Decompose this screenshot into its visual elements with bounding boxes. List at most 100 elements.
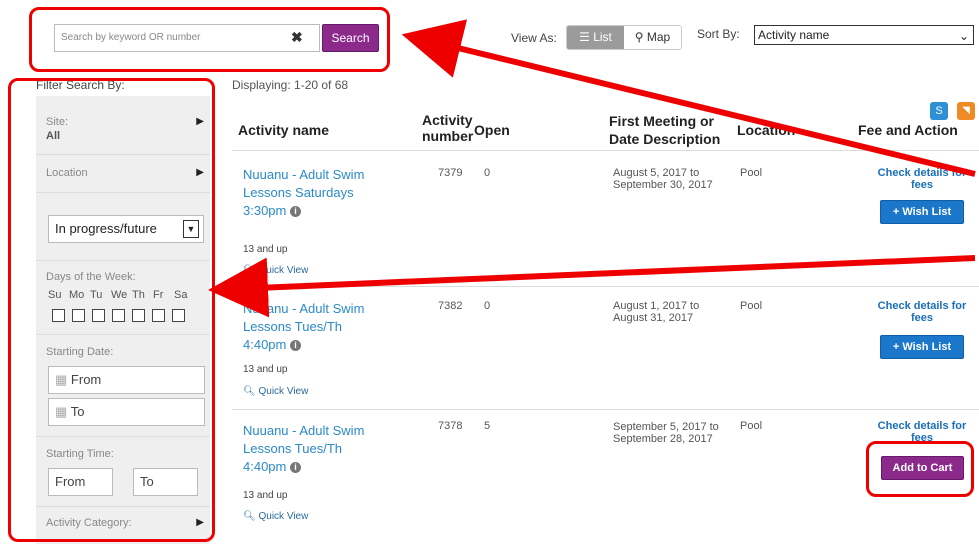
- header-open[interactable]: Open: [474, 122, 510, 138]
- sort-selected-value: Activity name: [758, 28, 830, 42]
- view-list-button[interactable]: ☰ List: [567, 26, 624, 49]
- divider: [36, 506, 210, 507]
- location: Pool: [740, 420, 763, 432]
- activity-category-filter[interactable]: Activity Category: ▶: [46, 517, 204, 529]
- chevron-right-icon: ▶: [196, 167, 204, 178]
- age-range: 13 and up: [243, 490, 288, 501]
- divider: [36, 436, 210, 437]
- activity-link[interactable]: Nuuanu - Adult Swim Lessons Saturdays 3:…: [243, 166, 383, 220]
- search-button[interactable]: Search: [322, 24, 379, 52]
- location-label: Location: [46, 167, 88, 179]
- open-count: 5: [484, 420, 491, 432]
- view-toggle: ☰ List ⚲ Map: [566, 25, 682, 50]
- quick-view-link[interactable]: 🔍︎ Quick View: [243, 511, 308, 522]
- wish-list-button[interactable]: + Wish List: [880, 335, 964, 359]
- site-label: Site:: [46, 116, 69, 128]
- header-number-line2: number: [422, 128, 474, 144]
- day-label: Th: [132, 289, 145, 301]
- row-divider: [232, 409, 979, 410]
- day-label: Fr: [153, 289, 164, 301]
- activity-number: 7379: [438, 167, 463, 179]
- header-number-line1: Activity: [422, 112, 473, 128]
- status-select[interactable]: In progress/future ▼: [48, 215, 204, 243]
- location: Pool: [740, 300, 763, 312]
- status-selected-value: In progress/future: [55, 221, 157, 236]
- row-divider: [232, 286, 979, 287]
- top-toolbar: Search by keyword OR number ✖ Search Vie…: [0, 0, 979, 70]
- magnifier-icon: 🔍︎: [243, 386, 256, 397]
- day-label: Su: [48, 289, 62, 301]
- starting-date-label: Starting Date:: [46, 346, 114, 358]
- open-count: 0: [484, 167, 491, 179]
- date-from-placeholder: From: [70, 372, 102, 387]
- days-label: Days of the Week:: [46, 271, 136, 283]
- header-date[interactable]: First Meeting or Date Description: [609, 112, 720, 148]
- sort-select[interactable]: Activity name ⌄: [754, 25, 974, 45]
- starting-time-label: Starting Time:: [46, 448, 114, 460]
- header-location[interactable]: Location: [737, 122, 795, 138]
- magnifier-icon: 🔍︎: [243, 265, 256, 276]
- calendar-icon: ▦: [55, 372, 68, 387]
- activity-name[interactable]: Nuuanu - Adult Swim Lessons Tues/Th 4:40…: [243, 423, 364, 474]
- header-date-line1: First Meeting or: [609, 113, 715, 129]
- days-of-week: Su Mo Tu We Th Fr Sa: [48, 289, 195, 301]
- divider: [36, 260, 210, 261]
- location: Pool: [740, 167, 763, 179]
- activity-link[interactable]: Nuuanu - Adult Swim Lessons Tues/Th 4:40…: [243, 300, 383, 354]
- open-count: 0: [484, 300, 491, 312]
- rss-icon[interactable]: ◥: [957, 102, 975, 120]
- date-from-field[interactable]: ▦ From: [48, 366, 205, 394]
- age-range: 13 and up: [243, 244, 288, 255]
- activity-category-label: Activity Category:: [46, 517, 132, 529]
- filter-title: Filter Search By:: [36, 78, 125, 92]
- activity-name[interactable]: Nuuanu - Adult Swim Lessons Tues/Th 4:40…: [243, 301, 364, 352]
- link-icon[interactable]: S: [930, 102, 948, 120]
- header-activity-name[interactable]: Activity name: [238, 122, 329, 138]
- view-map-button[interactable]: ⚲ Map: [624, 26, 681, 49]
- location-filter[interactable]: Location ▶: [46, 167, 204, 179]
- day-checkbox-fr[interactable]: [152, 309, 165, 322]
- annotation-arrow: [208, 255, 976, 318]
- day-label: Mo: [69, 289, 85, 301]
- divider: [36, 154, 210, 155]
- quick-view-link[interactable]: 🔍︎ Quick View: [243, 265, 308, 276]
- day-checkbox-su[interactable]: [52, 309, 65, 322]
- day-checkbox-th[interactable]: [132, 309, 145, 322]
- activity-link[interactable]: Nuuanu - Adult Swim Lessons Tues/Th 4:40…: [243, 422, 383, 476]
- info-icon[interactable]: i: [290, 462, 301, 474]
- magnifier-icon: 🔍︎: [243, 511, 256, 522]
- quick-view-link[interactable]: 🔍︎ Quick View: [243, 386, 308, 397]
- fee-details-link[interactable]: Check details for fees: [868, 420, 976, 444]
- day-checkbox-tu[interactable]: [92, 309, 105, 322]
- header-date-line2: Date Description: [609, 131, 721, 147]
- time-to-field[interactable]: To: [133, 468, 198, 496]
- date-description: August 1, 2017 to August 31, 2017: [613, 300, 700, 324]
- site-filter[interactable]: Site: All ▶: [46, 116, 204, 142]
- day-label: Tu: [90, 289, 103, 301]
- chevron-down-icon: ▼: [183, 220, 199, 238]
- fee-details-link[interactable]: Check details for fees: [868, 300, 976, 324]
- fee-details-link[interactable]: Check details for fees: [868, 167, 976, 191]
- quick-view-label: Quick View: [258, 265, 309, 276]
- site-value: All: [46, 130, 61, 142]
- wish-list-button[interactable]: + Wish List: [880, 200, 964, 224]
- day-label: We: [111, 289, 128, 301]
- activity-name[interactable]: Nuuanu - Adult Swim Lessons Saturdays 3:…: [243, 167, 364, 218]
- search-bar: Search by keyword OR number ✖ Search: [40, 24, 380, 52]
- calendar-icon: ▦: [55, 404, 68, 419]
- day-checkbox-we[interactable]: [112, 309, 125, 322]
- time-from-field[interactable]: From: [48, 468, 113, 496]
- divider: [36, 192, 210, 193]
- day-checkbox-sa[interactable]: [172, 309, 185, 322]
- add-to-cart-button[interactable]: Add to Cart: [881, 456, 964, 480]
- date-to-field[interactable]: ▦ To: [48, 398, 205, 426]
- day-checkbox-mo[interactable]: [72, 309, 85, 322]
- clear-icon[interactable]: ✖: [291, 29, 303, 46]
- filter-sidebar: Site: All ▶ Location ▶ In progress/futur…: [36, 96, 210, 544]
- info-icon[interactable]: i: [290, 340, 301, 352]
- header-activity-number[interactable]: Activity number: [422, 112, 473, 144]
- search-input[interactable]: Search by keyword OR number: [54, 24, 320, 52]
- activity-number: 7378: [438, 420, 463, 432]
- info-icon[interactable]: i: [290, 206, 301, 218]
- date-to-placeholder: To: [70, 404, 85, 419]
